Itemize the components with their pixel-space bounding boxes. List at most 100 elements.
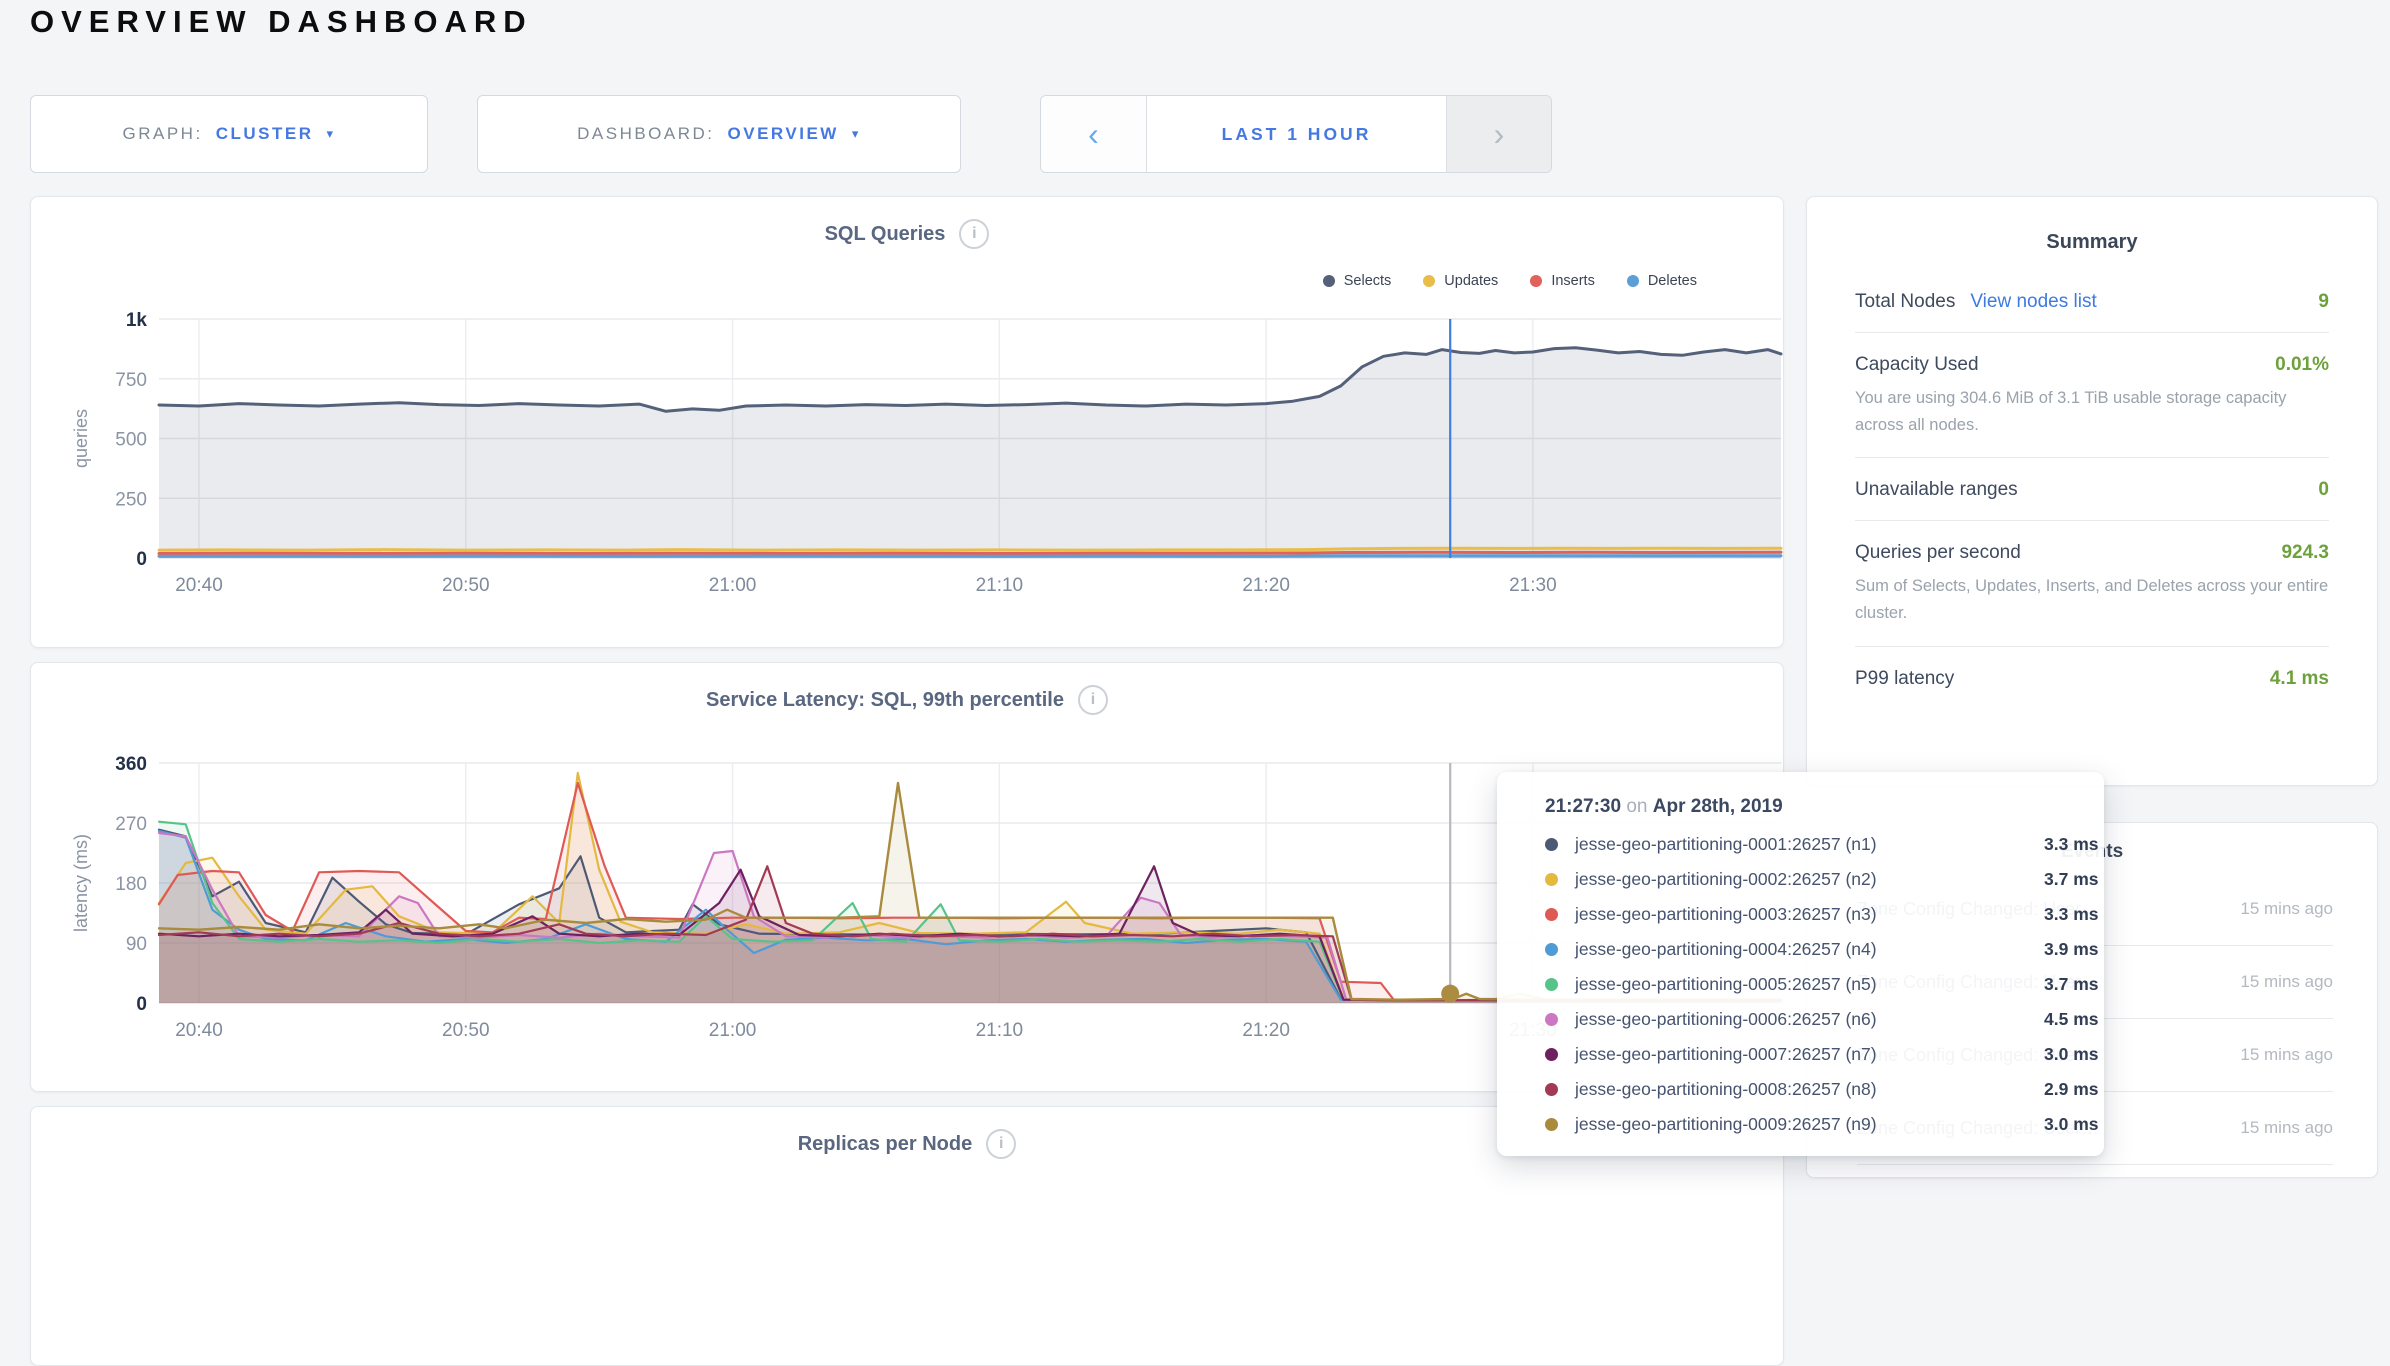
event-timestamp: 15 mins ago — [2227, 970, 2333, 995]
summary-panel: Summary Total Nodes View nodes list 9 Ca… — [1806, 196, 2378, 786]
svg-text:21:00: 21:00 — [709, 1020, 757, 1041]
svg-text:90: 90 — [126, 934, 147, 955]
tooltip-node-value: 3.3 ms — [2044, 834, 2098, 855]
chevron-left-icon: ‹ — [1088, 116, 1099, 153]
svg-text:360: 360 — [115, 754, 147, 775]
summary-row-total-nodes: Total Nodes View nodes list 9 — [1855, 270, 2329, 333]
dashboard-dropdown-value: OVERVIEW — [728, 124, 839, 144]
chart-title: Replicas per Node — [798, 1133, 973, 1156]
svg-text:21:10: 21:10 — [976, 575, 1024, 596]
tooltip-node-name: jesse-geo-partitioning-0005:26257 (n5) — [1575, 974, 2027, 995]
timeframe-selector: ‹ LAST 1 HOUR › — [1040, 95, 1552, 173]
svg-text:500: 500 — [115, 430, 147, 451]
view-nodes-list-link[interactable]: View nodes list — [1970, 291, 2096, 313]
info-icon[interactable]: i — [986, 1129, 1016, 1159]
graph-dropdown-value: CLUSTER — [216, 124, 314, 144]
dashboard-controls: GRAPH: CLUSTER ▾ DASHBOARD: OVERVIEW ▾ ‹… — [30, 95, 1630, 173]
tooltip-node-value: 3.0 ms — [2044, 1044, 2098, 1065]
graph-dropdown-label: GRAPH: — [123, 124, 203, 144]
tooltip-node-value: 3.9 ms — [2044, 939, 2098, 960]
summary-label: Unavailable ranges — [1855, 479, 2018, 501]
tooltip-node-name: jesse-geo-partitioning-0001:26257 (n1) — [1575, 834, 2027, 855]
summary-row-p99-latency: P99 latency 4.1 ms — [1855, 647, 2329, 709]
series-dot-icon — [1545, 978, 1558, 991]
tooltip-node-row: jesse-geo-partitioning-0007:26257 (n7) 3.… — [1545, 1037, 2104, 1072]
summary-value: 0.01% — [2275, 354, 2329, 376]
summary-value: 0 — [2318, 479, 2329, 501]
tooltip-node-value: 2.9 ms — [2044, 1079, 2098, 1100]
svg-text:21:30: 21:30 — [1509, 575, 1557, 596]
chart-hover-tooltip: 21:27:30 on Apr 28th, 2019 jesse-geo-par… — [1497, 772, 2104, 1156]
summary-label: Capacity Used — [1855, 354, 1979, 376]
tooltip-node-row: jesse-geo-partitioning-0003:26257 (n3) 3.… — [1545, 897, 2104, 932]
chevron-right-icon: › — [1494, 116, 1505, 153]
tooltip-date: Apr 28th, 2019 — [1653, 796, 1783, 817]
page-title: OVERVIEW DASHBOARD — [30, 4, 533, 40]
summary-title: Summary — [1855, 197, 2329, 270]
tooltip-node-value: 3.7 ms — [2044, 974, 2098, 995]
tooltip-node-name: jesse-geo-partitioning-0009:26257 (n9) — [1575, 1114, 2027, 1135]
chevron-down-icon: ▾ — [852, 126, 861, 142]
event-timestamp: 15 mins ago — [2227, 897, 2333, 922]
svg-text:180: 180 — [115, 874, 147, 895]
tooltip-node-value: 3.0 ms — [2044, 1114, 2098, 1135]
sql-queries-chart[interactable]: 1k750500250020:4020:5021:0021:1021:2021:… — [31, 197, 1783, 647]
series-dot-icon — [1545, 1118, 1558, 1131]
tooltip-node-name: jesse-geo-partitioning-0003:26257 (n3) — [1575, 904, 2027, 925]
tooltip-node-row: jesse-geo-partitioning-0004:26257 (n4) 3.… — [1545, 932, 2104, 967]
tooltip-time: 21:27:30 — [1545, 796, 1621, 817]
tooltip-node-row: jesse-geo-partitioning-0009:26257 (n9) 3.… — [1545, 1107, 2104, 1142]
tooltip-node-row: jesse-geo-partitioning-0008:26257 (n8) 2.… — [1545, 1072, 2104, 1107]
tooltip-node-value: 3.3 ms — [2044, 904, 2098, 925]
summary-row-queries-per-second: Queries per second 924.3 Sum of Selects,… — [1855, 521, 2329, 646]
summary-row-capacity-used: Capacity Used 0.01% You are using 304.6 … — [1855, 333, 2329, 458]
event-timestamp: 15 mins ago — [2227, 1043, 2333, 1068]
svg-text:20:50: 20:50 — [442, 1020, 490, 1041]
svg-text:1k: 1k — [126, 310, 148, 331]
tooltip-on-word: on — [1626, 796, 1647, 817]
series-dot-icon — [1545, 1083, 1558, 1096]
summary-label: Queries per second — [1855, 542, 2021, 564]
dashboard-dropdown[interactable]: DASHBOARD: OVERVIEW ▾ — [477, 95, 961, 173]
series-dot-icon — [1545, 908, 1558, 921]
sql-queries-panel: SQL Queries i SelectsUpdatesInsertsDelet… — [30, 196, 1784, 648]
graph-dropdown[interactable]: GRAPH: CLUSTER ▾ — [30, 95, 428, 173]
svg-text:queries: queries — [71, 409, 91, 468]
summary-label: Total Nodes — [1855, 291, 1955, 313]
svg-text:21:00: 21:00 — [709, 575, 757, 596]
tooltip-node-row: jesse-geo-partitioning-0001:26257 (n1) 3.… — [1545, 827, 2104, 862]
svg-text:21:20: 21:20 — [1242, 575, 1290, 596]
tooltip-timestamp: 21:27:30 on Apr 28th, 2019 — [1545, 796, 2104, 818]
series-dot-icon — [1545, 838, 1558, 851]
timeframe-next-button[interactable]: › — [1446, 96, 1551, 172]
svg-text:20:40: 20:40 — [175, 1020, 223, 1041]
svg-text:0: 0 — [136, 549, 147, 570]
summary-subtext: Sum of Selects, Updates, Inserts, and De… — [1855, 573, 2329, 626]
summary-value: 9 — [2318, 291, 2329, 313]
tooltip-node-row: jesse-geo-partitioning-0002:26257 (n2) 3.… — [1545, 862, 2104, 897]
series-dot-icon — [1545, 1048, 1558, 1061]
tooltip-node-name: jesse-geo-partitioning-0002:26257 (n2) — [1575, 869, 2027, 890]
svg-text:21:20: 21:20 — [1242, 1020, 1290, 1041]
tooltip-node-name: jesse-geo-partitioning-0007:26257 (n7) — [1575, 1044, 2027, 1065]
summary-value: 4.1 ms — [2270, 668, 2329, 690]
tooltip-node-value: 3.7 ms — [2044, 869, 2098, 890]
svg-text:750: 750 — [115, 370, 147, 391]
svg-text:0: 0 — [136, 994, 147, 1015]
svg-text:20:40: 20:40 — [175, 575, 223, 596]
svg-text:21:10: 21:10 — [976, 1020, 1024, 1041]
timeframe-range-button[interactable]: LAST 1 HOUR — [1147, 96, 1446, 172]
event-timestamp: 15 mins ago — [2227, 1116, 2333, 1141]
svg-text:latency (ms): latency (ms) — [71, 834, 91, 932]
chevron-down-icon: ▾ — [326, 126, 335, 142]
series-dot-icon — [1545, 943, 1558, 956]
summary-row-unavailable-ranges: Unavailable ranges 0 — [1855, 458, 2329, 521]
timeframe-prev-button[interactable]: ‹ — [1041, 96, 1147, 172]
tooltip-node-value: 4.5 ms — [2044, 1009, 2098, 1030]
tooltip-node-name: jesse-geo-partitioning-0004:26257 (n4) — [1575, 939, 2027, 960]
tooltip-node-name: jesse-geo-partitioning-0008:26257 (n8) — [1575, 1079, 2027, 1100]
series-dot-icon — [1545, 1013, 1558, 1026]
dashboard-dropdown-label: DASHBOARD: — [577, 124, 714, 144]
svg-text:270: 270 — [115, 814, 147, 835]
summary-label: P99 latency — [1855, 668, 1954, 690]
